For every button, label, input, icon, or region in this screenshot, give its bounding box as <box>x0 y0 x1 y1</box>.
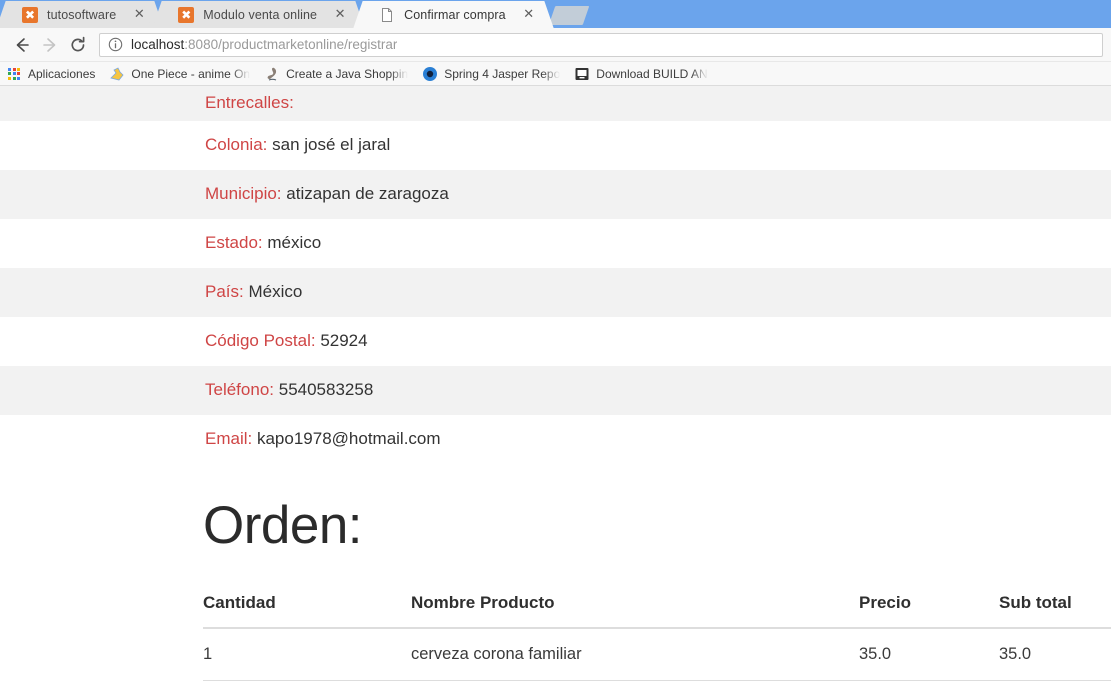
bookmark-aplicaciones[interactable]: Aplicaciones <box>6 66 95 82</box>
browser-tab-confirmar-compra[interactable]: Confirmar compra ✕ <box>353 1 554 28</box>
bookmark-one-piece[interactable]: One Piece - anime On <box>109 66 250 82</box>
order-table: Cantidad Nombre Producto Precio Sub tota… <box>203 585 1111 682</box>
detail-label: Código Postal: <box>205 331 316 351</box>
bookmark-label: Create a Java Shoppin <box>286 66 409 81</box>
bookmarks-bar: Aplicaciones One Piece - anime On Create… <box>0 62 1111 86</box>
new-tab-button[interactable] <box>548 6 589 25</box>
reload-button[interactable] <box>64 31 92 59</box>
table-row: 1 cerveza corona familiar 35.0 35.0 <box>203 628 1111 682</box>
detail-label: Colonia: <box>205 135 268 155</box>
url-path: :8080/productmarketonline/registrar <box>184 37 398 52</box>
detail-value: México <box>248 282 303 302</box>
tab-close-button[interactable]: ✕ <box>130 6 148 24</box>
column-header-precio: Precio <box>859 585 999 630</box>
detail-value: kapo1978@hotmail.com <box>256 429 441 449</box>
detail-value: san josé el jaral <box>272 135 391 155</box>
detail-label: Entrecalles: <box>205 93 294 113</box>
bookmark-label: Aplicaciones <box>28 66 96 81</box>
bookmark-create-java-shopping[interactable]: Create a Java Shoppin <box>264 66 408 82</box>
orange-x-icon: ✖ <box>22 6 38 23</box>
cell-sub-total: 35.0 <box>999 628 1111 682</box>
detail-label: Municipio: <box>205 184 282 204</box>
cell-cantidad: 1 <box>203 628 411 682</box>
tab-title: Modulo venta online <box>203 7 318 22</box>
reload-icon <box>71 36 85 51</box>
order-table-head: Cantidad Nombre Producto Precio Sub tota… <box>203 585 1111 630</box>
browser-tab-modulo-venta-online[interactable]: ✖ Modulo venta online ✕ <box>152 1 365 28</box>
page-info-icon[interactable] <box>108 37 123 52</box>
cell-nombre-producto: cerveza corona familiar <box>411 628 859 682</box>
cell-precio: 35.0 <box>859 628 999 682</box>
detail-value: 5540583258 <box>278 380 374 400</box>
back-arrow-icon <box>16 37 29 52</box>
bookmark-label: One Piece - anime On <box>131 66 251 81</box>
table-header-row: Cantidad Nombre Producto Precio Sub tota… <box>203 585 1111 630</box>
column-header-nombre-producto: Nombre Producto <box>411 585 859 630</box>
page-viewport: Entrecalles: Colonia: san josé el jaral … <box>0 86 1111 684</box>
blue-circle-icon <box>422 66 438 82</box>
address-bar[interactable]: localhost:8080/productmarketonline/regis… <box>99 32 1103 57</box>
page-document-icon <box>379 7 395 23</box>
forward-button[interactable] <box>36 31 64 59</box>
detail-label: Teléfono: <box>205 380 274 400</box>
column-header-cantidad: Cantidad <box>203 585 411 630</box>
tab-title: Confirmar compra <box>404 7 506 22</box>
url-host: localhost <box>131 37 185 52</box>
detail-row-colonia: Colonia: san josé el jaral <box>0 121 1111 170</box>
detail-label: País: <box>205 282 244 302</box>
confirm-purchase-page: Entrecalles: Colonia: san josé el jaral … <box>0 86 1111 682</box>
orange-x-icon: ✖ <box>178 6 195 23</box>
address-bar-url: localhost:8080/productmarketonline/regis… <box>131 37 397 52</box>
tab-title: tutosoftware <box>47 7 117 22</box>
back-button[interactable] <box>8 31 36 59</box>
browser-tab-tutosoftware[interactable]: ✖ tutosoftware ✕ <box>0 1 164 28</box>
order-table-wrapper: Cantidad Nombre Producto Precio Sub tota… <box>0 585 1111 682</box>
detail-value: atizapan de zaragoza <box>286 184 449 204</box>
bookmark-label: Download BUILD AN <box>596 66 708 81</box>
detail-label: Estado: <box>205 233 263 253</box>
detail-row-email: Email: kapo1978@hotmail.com <box>0 415 1111 464</box>
bookmark-label: Spring 4 Jasper Repo <box>444 66 561 81</box>
tab-strip: ✖ tutosoftware ✕ ✖ Modulo venta online ✕… <box>0 0 1111 28</box>
browser-window: ✖ tutosoftware ✕ ✖ Modulo venta online ✕… <box>0 0 1111 684</box>
forward-arrow-icon <box>43 37 56 52</box>
one-piece-icon <box>109 66 125 82</box>
detail-row-estado: Estado: méxico <box>0 219 1111 268</box>
detail-row-codigo-postal: Código Postal: 52924 <box>0 317 1111 366</box>
detail-row-telefono: Teléfono: 5540583258 <box>0 366 1111 415</box>
apps-grid-icon <box>6 66 22 82</box>
bookmark-spring-4-jasper[interactable]: Spring 4 Jasper Repo <box>422 66 560 82</box>
detail-row-municipio: Municipio: atizapan de zaragoza <box>0 170 1111 219</box>
tab-close-button[interactable]: ✕ <box>520 6 538 24</box>
column-header-sub-total: Sub total <box>999 585 1111 630</box>
detail-label: Email: <box>205 429 253 449</box>
tab-left-edge <box>0 1 18 28</box>
browser-toolbar: localhost:8080/productmarketonline/regis… <box>0 28 1111 62</box>
bookmark-download-build-an[interactable]: Download BUILD AN <box>574 66 708 82</box>
detail-value: 52924 <box>320 331 368 351</box>
java-icon <box>264 66 280 82</box>
tab-close-button[interactable]: ✕ <box>331 6 349 24</box>
detail-row-pais: País: México <box>0 268 1111 317</box>
monitor-icon <box>574 66 590 82</box>
detail-row-entrecalles: Entrecalles: <box>0 86 1111 121</box>
detail-value: méxico <box>267 233 322 253</box>
page-title: Orden: <box>203 496 363 555</box>
order-table-body: 1 cerveza corona familiar 35.0 35.0 <box>203 628 1111 682</box>
